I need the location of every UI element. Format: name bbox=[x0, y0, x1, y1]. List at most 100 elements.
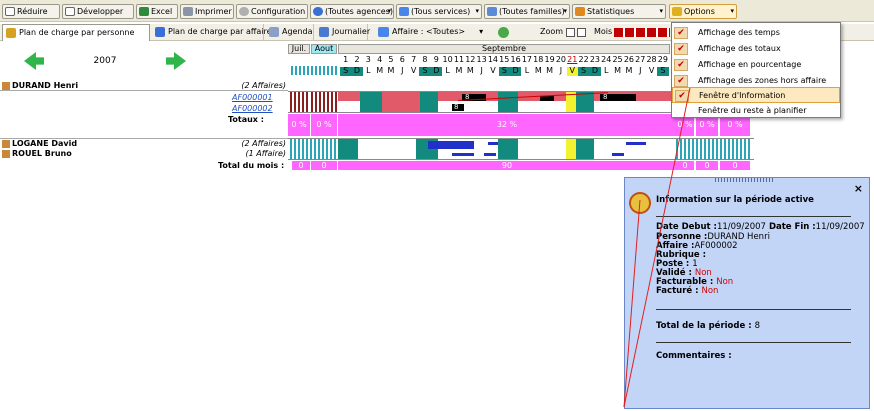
day-number[interactable]: 21 bbox=[567, 56, 578, 64]
tab-plan-personne[interactable]: Plan de charge par personne bbox=[2, 24, 150, 41]
menu-item-reste-a-planifier[interactable]: Fenêtre du reste à planifier bbox=[672, 103, 840, 119]
day-number[interactable]: 18 bbox=[533, 56, 544, 64]
weekday-cell[interactable]: S bbox=[577, 67, 590, 76]
day-number[interactable]: 29 bbox=[657, 56, 668, 64]
close-icon[interactable]: × bbox=[854, 182, 863, 195]
day-number[interactable]: 15 bbox=[499, 56, 510, 64]
month-septembre[interactable]: Septembre bbox=[338, 44, 670, 54]
weekday-cell[interactable]: J bbox=[397, 67, 408, 76]
month-aout[interactable]: Aout bbox=[311, 44, 337, 54]
day-number[interactable]: 9 bbox=[431, 56, 442, 64]
weekday-cell[interactable]: V bbox=[487, 67, 498, 76]
day-number[interactable]: 12 bbox=[465, 56, 476, 64]
hours-cell[interactable] bbox=[540, 96, 554, 101]
day-number[interactable]: 27 bbox=[635, 56, 646, 64]
zoom-in-button[interactable] bbox=[577, 28, 586, 37]
day-number[interactable]: 19 bbox=[544, 56, 555, 64]
weekday-cell[interactable]: S bbox=[498, 67, 510, 76]
day-number[interactable]: 24 bbox=[601, 56, 612, 64]
day-number[interactable]: 11 bbox=[453, 56, 464, 64]
weekday-cell[interactable]: D bbox=[509, 67, 522, 76]
menu-item-affichage-pourcentage[interactable]: ✔ Affichage en pourcentage bbox=[672, 57, 840, 73]
day-number[interactable]: 26 bbox=[623, 56, 634, 64]
weekday-cell[interactable]: M bbox=[453, 67, 464, 76]
day-number[interactable]: 16 bbox=[510, 56, 521, 64]
rouel-bar[interactable] bbox=[612, 153, 624, 156]
weekday-cell[interactable]: D bbox=[589, 67, 601, 76]
weekday-cell[interactable]: D bbox=[430, 67, 442, 76]
day-number[interactable]: 5 bbox=[385, 56, 396, 64]
day-number[interactable]: 13 bbox=[476, 56, 487, 64]
weekday-cell[interactable]: L bbox=[601, 67, 612, 76]
weekday-cell[interactable]: M bbox=[612, 67, 623, 76]
developper-button[interactable]: Développer bbox=[62, 4, 134, 19]
tab-plan-affaire[interactable]: Plan de charge par affaire bbox=[152, 24, 272, 41]
weekday-cell[interactable]: M bbox=[385, 67, 396, 76]
day-number[interactable]: 22 bbox=[578, 56, 589, 64]
weekday-cell[interactable]: M bbox=[533, 67, 544, 76]
rouel-bar[interactable] bbox=[452, 153, 474, 156]
refresh-icon[interactable] bbox=[498, 27, 509, 38]
menu-item-affichage-temps[interactable]: ✔ Affichage des temps bbox=[672, 25, 840, 41]
agences-dropdown[interactable]: (Toutes agences) ▾ bbox=[310, 4, 394, 19]
configuration-button[interactable]: Configuration bbox=[236, 4, 308, 19]
zoom-out-button[interactable] bbox=[566, 28, 575, 37]
weekday-cell[interactable]: V bbox=[566, 67, 578, 76]
day-number[interactable]: 6 bbox=[397, 56, 408, 64]
day-number[interactable]: 2 bbox=[351, 56, 362, 64]
menu-item-fenetre-information[interactable]: ✔ Fenêtre d'Information bbox=[672, 87, 840, 103]
weekday-cell[interactable]: M bbox=[374, 67, 385, 76]
month-juillet[interactable]: Juil. bbox=[288, 44, 310, 54]
drag-handle[interactable] bbox=[715, 178, 775, 182]
logane-bar[interactable] bbox=[626, 142, 646, 145]
weekday-cell[interactable]: M bbox=[623, 67, 634, 76]
weekday-cell[interactable]: S bbox=[657, 67, 669, 76]
period-selector[interactable] bbox=[614, 28, 670, 37]
weekday-cell[interactable]: S bbox=[419, 67, 431, 76]
weekday-cell[interactable]: V bbox=[646, 67, 657, 76]
reduire-button[interactable]: Réduire bbox=[2, 4, 60, 19]
day-number[interactable]: 7 bbox=[408, 56, 419, 64]
statistiques-dropdown[interactable]: Statistiques ▾ bbox=[572, 4, 666, 19]
day-number[interactable]: 17 bbox=[521, 56, 532, 64]
selected-hours-cell[interactable]: 8 bbox=[452, 104, 464, 111]
weekday-cell[interactable]: M bbox=[544, 67, 555, 76]
weekday-cell[interactable]: D bbox=[351, 67, 363, 76]
logane-bar[interactable] bbox=[428, 141, 474, 149]
weekday-cell[interactable]: V bbox=[408, 67, 419, 76]
day-number[interactable]: 14 bbox=[487, 56, 498, 64]
excel-button[interactable]: Excel bbox=[136, 4, 178, 19]
weekday-cell[interactable]: S bbox=[340, 67, 352, 76]
weekday-cell[interactable]: J bbox=[476, 67, 487, 76]
day-number[interactable]: 20 bbox=[555, 56, 566, 64]
day-number[interactable]: 23 bbox=[589, 56, 600, 64]
tab-journalier[interactable]: Journalier bbox=[316, 24, 370, 41]
day-number[interactable]: 28 bbox=[646, 56, 657, 64]
hours-cell[interactable]: 8 bbox=[600, 94, 636, 101]
durand-row[interactable]: DURAND Henri (2 Affaires) bbox=[0, 81, 288, 91]
familles-dropdown[interactable]: (Toutes familles) ▾ bbox=[484, 4, 570, 19]
day-number[interactable]: 25 bbox=[612, 56, 623, 64]
day-number[interactable]: 8 bbox=[419, 56, 430, 64]
weekday-cell[interactable]: M bbox=[465, 67, 476, 76]
rouel-bar[interactable] bbox=[484, 153, 496, 156]
menu-item-affichage-totaux[interactable]: ✔ Affichage des totaux bbox=[672, 41, 840, 57]
weekday-cell[interactable]: J bbox=[635, 67, 646, 76]
weekday-cell[interactable]: L bbox=[363, 67, 374, 76]
rouel-row[interactable]: ROUEL Bruno (1 Affaire) bbox=[0, 149, 288, 159]
tab-agenda[interactable]: Agenda bbox=[266, 24, 314, 41]
logane-bar[interactable] bbox=[488, 142, 498, 145]
services-dropdown[interactable]: (Tous services) ▾ bbox=[396, 4, 482, 19]
affaire-filter[interactable]: Affaire : <Toutes> ▾ bbox=[378, 24, 483, 41]
af1-bar[interactable] bbox=[338, 92, 360, 101]
day-number[interactable]: 3 bbox=[363, 56, 374, 64]
options-dropdown[interactable]: Options ▾ bbox=[669, 4, 737, 19]
day-number[interactable]: 4 bbox=[374, 56, 385, 64]
affaire-link-af000001[interactable]: AF000001 bbox=[232, 93, 273, 102]
day-number[interactable]: 10 bbox=[442, 56, 453, 64]
weekday-cell[interactable]: L bbox=[442, 67, 453, 76]
weekday-cell[interactable]: L bbox=[521, 67, 532, 76]
weekday-cell[interactable]: J bbox=[555, 67, 566, 76]
affaire-link-af000002[interactable]: AF000002 bbox=[232, 104, 273, 113]
imprimer-button[interactable]: Imprimer bbox=[180, 4, 234, 19]
